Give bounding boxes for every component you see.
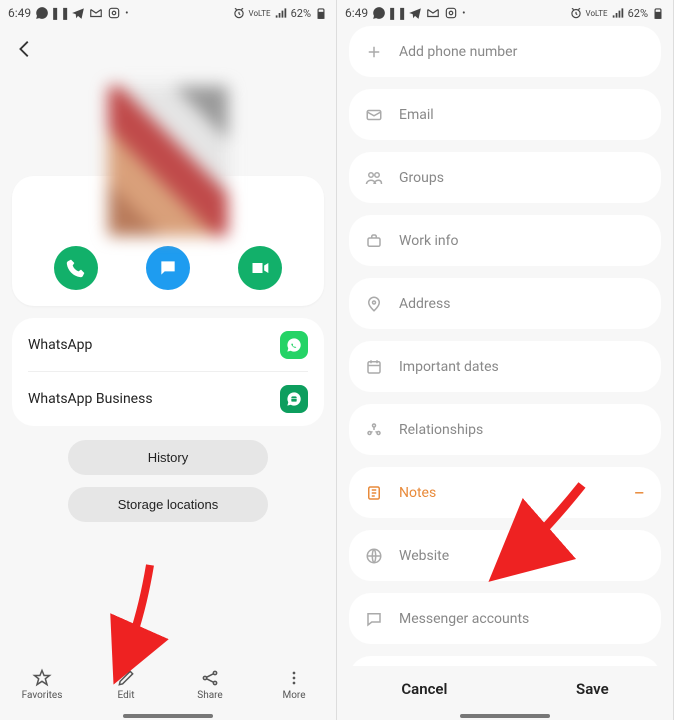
envelope-icon — [365, 106, 383, 124]
history-button[interactable]: History — [68, 440, 268, 475]
nav-label: Edit — [118, 690, 135, 701]
field-label: Work info — [399, 233, 459, 249]
contact-avatar[interactable] — [0, 86, 336, 236]
field-label: Relationships — [399, 422, 483, 438]
work-info-field[interactable]: Work info — [365, 215, 645, 266]
home-indicator — [460, 714, 550, 718]
remove-icon[interactable]: − — [634, 481, 645, 505]
telegram-icon — [71, 6, 85, 20]
field-label: Email — [399, 107, 434, 123]
whatsapp-row[interactable]: WhatsApp — [28, 318, 308, 372]
app-label: WhatsApp — [28, 337, 92, 353]
whatsapp-icon — [35, 6, 49, 20]
field-label: Important dates — [399, 359, 499, 375]
whatsapp-business-row[interactable]: WhatsApp Business — [28, 372, 308, 426]
pause-icon: ❚❚ — [53, 6, 67, 20]
pause-icon: ❚❚ — [390, 6, 404, 20]
whatsapp-business-icon — [280, 385, 308, 413]
battery-icon — [651, 6, 665, 20]
nav-label: More — [282, 690, 305, 701]
website-field[interactable]: Website — [365, 530, 645, 581]
nav-favorites[interactable]: Favorites — [12, 668, 72, 701]
field-label: Website — [399, 548, 449, 564]
cancel-button[interactable]: Cancel — [377, 672, 471, 706]
linked-apps-card: WhatsApp WhatsApp Business — [12, 318, 324, 426]
plus-icon — [365, 43, 383, 61]
bottom-nav: Favorites Edit Share More — [0, 656, 336, 712]
alarm-icon — [232, 6, 246, 20]
field-label: Messenger accounts — [399, 611, 529, 627]
address-field[interactable]: Address — [365, 278, 645, 329]
status-time: 6:49 — [8, 6, 31, 20]
relationships-field[interactable]: Relationships — [365, 404, 645, 455]
instagram-icon — [444, 6, 458, 20]
field-label: Address — [399, 296, 450, 312]
field-label: Notes — [399, 485, 436, 501]
calendar-icon — [365, 358, 383, 376]
add-phone-field[interactable]: Add phone number — [365, 26, 645, 77]
more-icon — [284, 668, 304, 688]
home-indicator — [123, 714, 213, 718]
signal-icon — [611, 6, 625, 20]
battery-percent: 62% — [291, 7, 311, 20]
edit-contact-screen: 6:49 ❚❚ • VoLTE 62% — [337, 0, 674, 720]
video-call-button[interactable] — [238, 246, 282, 290]
signal-icon — [274, 6, 288, 20]
save-button[interactable]: Save — [552, 672, 633, 706]
field-label: Groups — [399, 170, 444, 186]
instagram-icon — [107, 6, 121, 20]
whatsapp-icon — [372, 6, 386, 20]
chat-icon — [365, 610, 383, 628]
pencil-icon — [116, 668, 136, 688]
nav-more[interactable]: More — [264, 668, 324, 701]
groups-field[interactable]: Groups — [365, 152, 645, 203]
volte-label: VoLTE — [586, 9, 608, 18]
volte-label: VoLTE — [249, 9, 271, 18]
people-icon — [365, 169, 383, 187]
status-time: 6:49 — [345, 6, 368, 20]
message-button[interactable] — [146, 246, 190, 290]
more-notifications-dot: • — [125, 8, 128, 19]
gmail-icon — [89, 6, 103, 20]
nav-share[interactable]: Share — [180, 668, 240, 701]
call-button[interactable] — [54, 246, 98, 290]
status-bar: 6:49 ❚❚ • VoLTE 62% — [0, 0, 336, 26]
star-icon — [32, 668, 52, 688]
edit-bottom-actions: Cancel Save — [337, 666, 673, 712]
app-label: WhatsApp Business — [28, 391, 153, 407]
field-label: Add phone number — [399, 44, 517, 60]
gmail-icon — [426, 6, 440, 20]
share-icon — [200, 668, 220, 688]
storage-locations-button[interactable]: Storage locations — [68, 487, 268, 522]
nav-label: Share — [197, 690, 222, 701]
messenger-accounts-field[interactable]: Messenger accounts — [365, 593, 645, 644]
notes-field[interactable]: Notes − — [365, 467, 645, 518]
status-bar: 6:49 ❚❚ • VoLTE 62% — [337, 0, 673, 26]
back-button[interactable] — [14, 38, 36, 66]
relationships-icon — [365, 421, 383, 439]
more-notifications-dot: • — [462, 8, 465, 19]
note-icon — [365, 484, 383, 502]
alarm-icon — [569, 6, 583, 20]
globe-icon — [365, 547, 383, 565]
battery-percent: 62% — [628, 7, 648, 20]
edit-fields-list[interactable]: Add phone number Email Groups Work info … — [337, 26, 673, 670]
important-dates-field[interactable]: Important dates — [365, 341, 645, 392]
telegram-icon — [408, 6, 422, 20]
pin-icon — [365, 295, 383, 313]
battery-icon — [314, 6, 328, 20]
contact-detail-screen: 6:49 ❚❚ • VoLTE 62% — [0, 0, 337, 720]
nav-edit[interactable]: Edit — [96, 668, 156, 701]
whatsapp-icon — [280, 331, 308, 359]
email-field[interactable]: Email — [365, 89, 645, 140]
briefcase-icon — [365, 232, 383, 250]
nav-label: Favorites — [22, 690, 63, 701]
